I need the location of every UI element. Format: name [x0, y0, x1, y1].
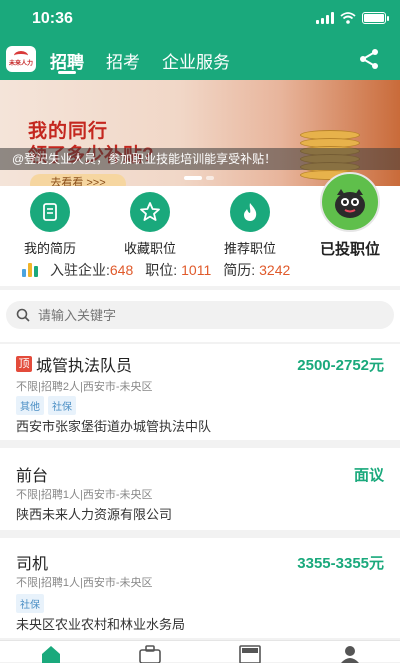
banner-title: 我的同行 [28, 121, 109, 142]
job-title-row: 前台 [16, 462, 48, 486]
search-bar[interactable] [6, 301, 394, 329]
header-nav: 未来人力 招聘 招考 企业服务 [0, 44, 400, 76]
resume-icon [30, 192, 70, 232]
search-section [0, 290, 400, 342]
signal-icon [316, 12, 334, 24]
quick-label: 推荐职位 [223, 241, 276, 256]
quick-recommended-jobs[interactable]: 推荐职位 [210, 192, 290, 257]
status-icons [316, 12, 389, 24]
quick-links: 我的简历 收藏职位 推荐职位 已投职位 入驻企业: 648 职位: 1011 简… [0, 172, 400, 286]
resumes-label: 简历: [223, 262, 256, 278]
job-card[interactable]: 司机 3355-3355元 不限|招聘1人|西安市-未央区 社保 未央区农业农村… [0, 538, 400, 638]
app-logo: 未来人力 [6, 46, 36, 72]
top-badge: 顶 [16, 356, 32, 372]
job-company: 陕西未来人力资源有限公司 [16, 507, 173, 522]
active-tab-indicator [58, 71, 76, 74]
briefcase-icon[interactable] [139, 645, 161, 663]
job-tags: 社保 [16, 594, 44, 613]
job-tag: 其他 [16, 396, 44, 415]
platform-stats: 入驻企业: 648 职位: 1011 简历: 3242 [22, 260, 302, 280]
job-tags: 其他 社保 [16, 396, 76, 415]
search-icon [16, 308, 30, 322]
jobs-count: 1011 [181, 262, 212, 278]
quick-label: 收藏职位 [123, 241, 176, 256]
job-salary: 3355-3355元 [297, 555, 384, 572]
job-tag: 社保 [48, 396, 76, 415]
companies-count: 648 [109, 262, 134, 278]
job-title-row: 司机 [16, 550, 48, 574]
banner-caption: @登记失业人员，参加职业技能培训能享受补贴！ [0, 148, 400, 170]
search-input[interactable] [38, 307, 338, 323]
tab-exam[interactable]: 招考 [106, 48, 140, 73]
quick-my-resume[interactable]: 我的简历 [10, 192, 90, 257]
wifi-icon [340, 12, 356, 24]
share-icon[interactable] [358, 48, 380, 70]
job-meta: 不限|招聘2人|西安市-未央区 [16, 381, 153, 393]
job-card[interactable]: 顶 城管执法队员 2500-2752元 不限|招聘2人|西安市-未央区 其他 社… [0, 344, 400, 440]
jobs-label: 职位: [145, 262, 178, 278]
status-time: 10:36 [32, 10, 73, 27]
job-meta: 不限|招聘1人|西安市-未央区 [16, 489, 153, 501]
quick-label: 已投职位 [319, 241, 380, 258]
job-salary: 面议 [353, 467, 384, 484]
tab-enterprise-service[interactable]: 企业服务 [162, 48, 230, 73]
news-icon[interactable] [239, 645, 261, 663]
home-icon[interactable] [40, 645, 62, 663]
quick-label: 我的简历 [23, 241, 76, 256]
status-bar: 10:36 [0, 0, 400, 38]
job-salary: 2500-2752元 [297, 357, 384, 374]
job-title: 城管执法队员 [36, 358, 133, 375]
job-company: 西安市张家堡街道办城管执法中队 [16, 419, 212, 434]
job-meta: 不限|招聘1人|西安市-未央区 [16, 577, 153, 589]
job-card[interactable]: 前台 面议 不限|招聘1人|西安市-未央区 陕西未来人力资源有限公司 [0, 448, 400, 530]
job-tag: 社保 [16, 594, 44, 613]
top-bar: 10:36 未来人力 招聘 招考 企业服务 [0, 0, 400, 80]
job-title-row: 顶 城管执法队员 [16, 352, 132, 376]
promo-banner[interactable]: 我的同行 领了多少补贴? @登记失业人员，参加职业技能培训能享受补贴！ 去看看 … [0, 80, 400, 186]
resumes-count: 3242 [259, 262, 291, 278]
banner-button[interactable]: 去看看 >>> [30, 174, 126, 186]
bottom-nav [0, 640, 400, 663]
logo-text: 未来人力 [8, 60, 33, 67]
star-icon [130, 192, 170, 232]
flame-icon [230, 192, 270, 232]
avatar-icon[interactable] [320, 172, 380, 232]
job-title: 前台 [16, 468, 49, 485]
job-title: 司机 [16, 556, 49, 573]
carousel-dots [184, 176, 214, 180]
bar-chart-icon [22, 263, 38, 277]
companies-label: 入驻企业: [50, 262, 110, 278]
battery-icon [362, 12, 389, 24]
profile-icon[interactable] [339, 645, 361, 663]
tab-recruit[interactable]: 招聘 [50, 48, 84, 73]
job-company: 未央区农业农村和林业水务局 [16, 617, 186, 632]
quick-favorite-jobs[interactable]: 收藏职位 [110, 192, 190, 257]
